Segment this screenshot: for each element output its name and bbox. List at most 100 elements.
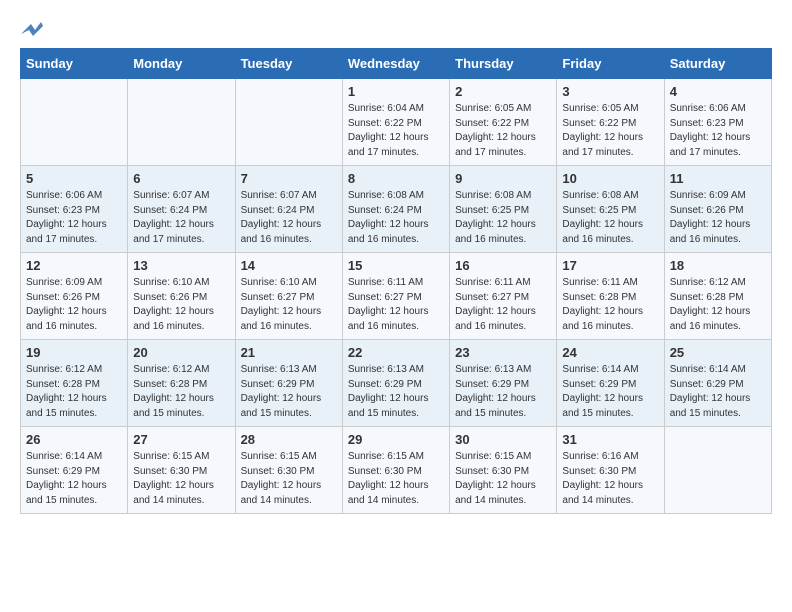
day-info: Sunrise: 6:15 AM Sunset: 6:30 PM Dayligh… xyxy=(455,450,551,508)
calendar-cell: 15 Sunrise: 6:11 AM Sunset: 6:27 PM Dayli… xyxy=(342,253,449,340)
day-info: Sunrise: 6:11 AM Sunset: 6:27 PM Dayligh… xyxy=(348,276,444,334)
calendar-cell: 18 Sunrise: 6:12 AM Sunset: 6:28 PM Dayli… xyxy=(664,253,771,340)
day-info: Sunrise: 6:13 AM Sunset: 6:29 PM Dayligh… xyxy=(348,363,444,421)
day-number: 22 xyxy=(348,345,444,360)
calendar-cell: 2 Sunrise: 6:05 AM Sunset: 6:22 PM Daylig… xyxy=(450,79,557,166)
day-number: 24 xyxy=(562,345,658,360)
calendar-week-row: 1 Sunrise: 6:04 AM Sunset: 6:22 PM Daylig… xyxy=(21,79,772,166)
calendar-week-row: 12 Sunrise: 6:09 AM Sunset: 6:26 PM Dayli… xyxy=(21,253,772,340)
day-info: Sunrise: 6:12 AM Sunset: 6:28 PM Dayligh… xyxy=(670,276,766,334)
calendar-cell: 13Sunrise: 6:10 AM Sunset: 6:26 PM Dayli… xyxy=(128,253,235,340)
calendar-cell: 8Sunrise: 6:08 AM Sunset: 6:24 PM Daylig… xyxy=(342,166,449,253)
day-info: Sunrise: 6:11 AM Sunset: 6:28 PM Dayligh… xyxy=(562,276,658,334)
day-info: Sunrise: 6:15 AM Sunset: 6:30 PM Dayligh… xyxy=(241,450,337,508)
day-number: 6 xyxy=(133,171,229,186)
day-number: 10 xyxy=(562,171,658,186)
calendar-cell: 17Sunrise: 6:11 AM Sunset: 6:28 PM Dayli… xyxy=(557,253,664,340)
day-number: 20 xyxy=(133,345,229,360)
calendar-table: SundayMondayTuesdayWednesdayThursdayFrid… xyxy=(20,48,772,514)
day-number: 11 xyxy=(670,171,766,186)
day-info: Sunrise: 6:07 AM Sunset: 6:24 PM Dayligh… xyxy=(241,189,337,247)
day-info: Sunrise: 6:08 AM Sunset: 6:25 PM Dayligh… xyxy=(562,189,658,247)
day-number: 4 xyxy=(670,84,766,99)
calendar-body: 1 Sunrise: 6:04 AM Sunset: 6:22 PM Daylig… xyxy=(21,79,772,514)
weekday-header: Thursday xyxy=(450,49,557,79)
day-info: Sunrise: 6:09 AM Sunset: 6:26 PM Dayligh… xyxy=(670,189,766,247)
day-info: Sunrise: 6:11 AM Sunset: 6:27 PM Dayligh… xyxy=(455,276,551,334)
day-info: Sunrise: 6:08 AM Sunset: 6:25 PM Dayligh… xyxy=(455,189,551,247)
day-number: 25 xyxy=(670,345,766,360)
calendar-cell: 1 Sunrise: 6:04 AM Sunset: 6:22 PM Daylig… xyxy=(342,79,449,166)
day-number: 3 xyxy=(562,84,658,99)
day-info: Sunrise: 6:12 AM Sunset: 6:28 PM Dayligh… xyxy=(133,363,229,421)
calendar-cell: 23 Sunrise: 6:13 AM Sunset: 6:29 PM Dayli… xyxy=(450,340,557,427)
day-number: 21 xyxy=(241,345,337,360)
day-number: 5 xyxy=(26,171,122,186)
day-info: Sunrise: 6:09 AM Sunset: 6:26 PM Dayligh… xyxy=(26,276,122,334)
calendar-week-row: 26 Sunrise: 6:14 AM Sunset: 6:29 PM Dayli… xyxy=(21,427,772,514)
day-number: 30 xyxy=(455,432,551,447)
calendar-cell: 7 Sunrise: 6:07 AM Sunset: 6:24 PM Daylig… xyxy=(235,166,342,253)
day-info: Sunrise: 6:07 AM Sunset: 6:24 PM Dayligh… xyxy=(133,189,229,247)
day-info: Sunrise: 6:06 AM Sunset: 6:23 PM Dayligh… xyxy=(670,102,766,160)
calendar-cell xyxy=(21,79,128,166)
calendar-header: SundayMondayTuesdayWednesdayThursdayFrid… xyxy=(21,49,772,79)
calendar-week-row: 19Sunrise: 6:12 AM Sunset: 6:28 PM Dayli… xyxy=(21,340,772,427)
calendar-cell xyxy=(235,79,342,166)
day-info: Sunrise: 6:16 AM Sunset: 6:30 PM Dayligh… xyxy=(562,450,658,508)
day-number: 7 xyxy=(241,171,337,186)
day-info: Sunrise: 6:15 AM Sunset: 6:30 PM Dayligh… xyxy=(133,450,229,508)
day-number: 23 xyxy=(455,345,551,360)
header-row: SundayMondayTuesdayWednesdayThursdayFrid… xyxy=(21,49,772,79)
calendar-cell: 10 Sunrise: 6:08 AM Sunset: 6:25 PM Dayli… xyxy=(557,166,664,253)
day-number: 27 xyxy=(133,432,229,447)
logo xyxy=(20,20,43,38)
weekday-header: Friday xyxy=(557,49,664,79)
day-number: 28 xyxy=(241,432,337,447)
day-info: Sunrise: 6:08 AM Sunset: 6:24 PM Dayligh… xyxy=(348,189,444,247)
calendar-cell: 22 Sunrise: 6:13 AM Sunset: 6:29 PM Dayli… xyxy=(342,340,449,427)
calendar-cell: 12 Sunrise: 6:09 AM Sunset: 6:26 PM Dayli… xyxy=(21,253,128,340)
calendar-cell xyxy=(128,79,235,166)
calendar-cell: 3Sunrise: 6:05 AM Sunset: 6:22 PM Daylig… xyxy=(557,79,664,166)
day-info: Sunrise: 6:14 AM Sunset: 6:29 PM Dayligh… xyxy=(26,450,122,508)
calendar-week-row: 5 Sunrise: 6:06 AM Sunset: 6:23 PM Daylig… xyxy=(21,166,772,253)
day-info: Sunrise: 6:13 AM Sunset: 6:29 PM Dayligh… xyxy=(455,363,551,421)
day-number: 26 xyxy=(26,432,122,447)
day-info: Sunrise: 6:13 AM Sunset: 6:29 PM Dayligh… xyxy=(241,363,337,421)
calendar-cell: 14 Sunrise: 6:10 AM Sunset: 6:27 PM Dayli… xyxy=(235,253,342,340)
logo-bird-icon xyxy=(21,20,43,38)
weekday-header: Saturday xyxy=(664,49,771,79)
calendar-cell: 27 Sunrise: 6:15 AM Sunset: 6:30 PM Dayli… xyxy=(128,427,235,514)
calendar-cell: 11 Sunrise: 6:09 AM Sunset: 6:26 PM Dayli… xyxy=(664,166,771,253)
calendar-cell: 31Sunrise: 6:16 AM Sunset: 6:30 PM Dayli… xyxy=(557,427,664,514)
day-info: Sunrise: 6:10 AM Sunset: 6:27 PM Dayligh… xyxy=(241,276,337,334)
calendar-cell: 19Sunrise: 6:12 AM Sunset: 6:28 PM Dayli… xyxy=(21,340,128,427)
calendar-cell: 16 Sunrise: 6:11 AM Sunset: 6:27 PM Dayli… xyxy=(450,253,557,340)
day-number: 29 xyxy=(348,432,444,447)
day-number: 2 xyxy=(455,84,551,99)
day-info: Sunrise: 6:04 AM Sunset: 6:22 PM Dayligh… xyxy=(348,102,444,160)
calendar-cell: 5 Sunrise: 6:06 AM Sunset: 6:23 PM Daylig… xyxy=(21,166,128,253)
calendar-cell: 9 Sunrise: 6:08 AM Sunset: 6:25 PM Daylig… xyxy=(450,166,557,253)
day-number: 16 xyxy=(455,258,551,273)
weekday-header: Sunday xyxy=(21,49,128,79)
day-info: Sunrise: 6:06 AM Sunset: 6:23 PM Dayligh… xyxy=(26,189,122,247)
calendar-cell: 29 Sunrise: 6:15 AM Sunset: 6:30 PM Dayli… xyxy=(342,427,449,514)
day-info: Sunrise: 6:15 AM Sunset: 6:30 PM Dayligh… xyxy=(348,450,444,508)
calendar-cell: 25 Sunrise: 6:14 AM Sunset: 6:29 PM Dayli… xyxy=(664,340,771,427)
weekday-header: Wednesday xyxy=(342,49,449,79)
day-number: 9 xyxy=(455,171,551,186)
day-number: 18 xyxy=(670,258,766,273)
day-info: Sunrise: 6:14 AM Sunset: 6:29 PM Dayligh… xyxy=(670,363,766,421)
day-number: 15 xyxy=(348,258,444,273)
calendar-cell: 4 Sunrise: 6:06 AM Sunset: 6:23 PM Daylig… xyxy=(664,79,771,166)
day-number: 12 xyxy=(26,258,122,273)
day-number: 1 xyxy=(348,84,444,99)
day-number: 14 xyxy=(241,258,337,273)
calendar-cell: 20 Sunrise: 6:12 AM Sunset: 6:28 PM Dayli… xyxy=(128,340,235,427)
day-info: Sunrise: 6:05 AM Sunset: 6:22 PM Dayligh… xyxy=(455,102,551,160)
calendar-cell: 30 Sunrise: 6:15 AM Sunset: 6:30 PM Dayli… xyxy=(450,427,557,514)
calendar-cell: 28 Sunrise: 6:15 AM Sunset: 6:30 PM Dayli… xyxy=(235,427,342,514)
day-info: Sunrise: 6:14 AM Sunset: 6:29 PM Dayligh… xyxy=(562,363,658,421)
